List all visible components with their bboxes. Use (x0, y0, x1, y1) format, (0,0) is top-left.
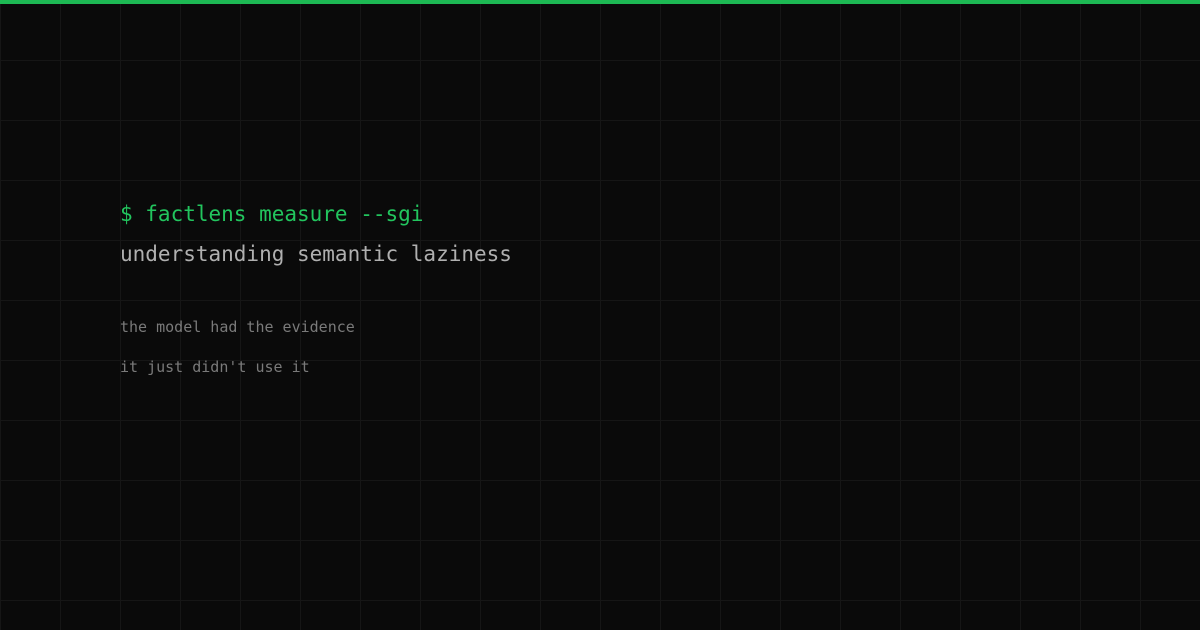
tagline-list: the model had the evidence it just didn'… (120, 316, 512, 378)
command-line: $ factlens measure --sgi (120, 202, 424, 226)
terminal-content: $ factlens measure --sgi understanding s… (120, 198, 512, 396)
terminal-card: $ factlens measure --sgi understanding s… (0, 0, 1200, 630)
page-title: understanding semantic laziness (120, 242, 512, 266)
tagline-line-1: the model had the evidence (120, 318, 355, 336)
tagline-line-2: it just didn't use it (120, 358, 310, 376)
accent-bar (0, 0, 1200, 4)
